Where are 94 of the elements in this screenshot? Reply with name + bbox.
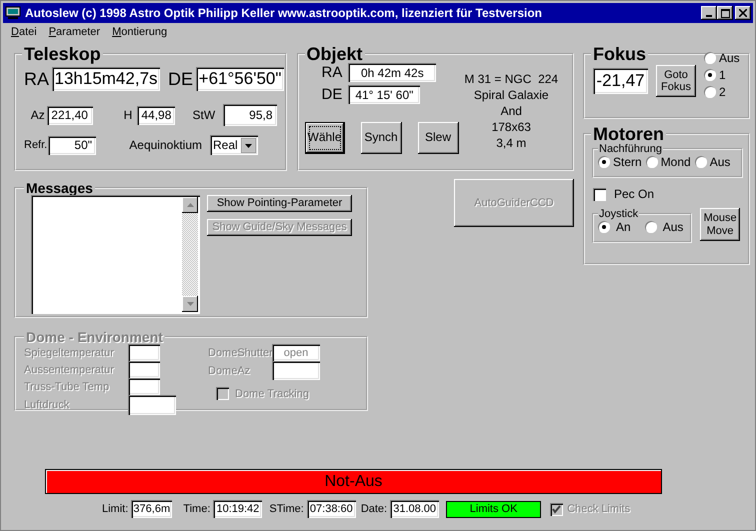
ra-label: RA	[322, 64, 342, 81]
limit-label: Limit:	[102, 503, 128, 515]
checkbox-label: Check Limits	[567, 503, 630, 515]
radio-button[interactable]	[704, 52, 716, 64]
checkbox[interactable]	[593, 188, 606, 200]
radio-button[interactable]	[646, 156, 658, 168]
limit-field[interactable]: 376,6m	[131, 500, 172, 518]
dome-field[interactable]	[128, 378, 160, 395]
date-label: Date:	[360, 503, 388, 515]
messages-list[interactable]	[31, 195, 200, 314]
radio-label: 2	[719, 85, 726, 99]
de-field[interactable]: 41° 15' 60"	[348, 85, 420, 104]
minimize-button[interactable]	[701, 6, 717, 20]
de-field[interactable]: +61°56'50"	[196, 67, 284, 91]
dome-field[interactable]	[128, 344, 160, 361]
radio-label: Aus	[710, 155, 730, 169]
az-label: Az	[30, 108, 45, 122]
time-field[interactable]: 10:19:42	[213, 500, 262, 518]
refr-label: Refr.	[24, 139, 46, 151]
ra-label: RA	[24, 68, 50, 90]
group-title: Objekt	[306, 45, 364, 63]
dome-az-field[interactable]	[272, 361, 320, 380]
message-button[interactable]: Show Pointing-Parameter	[207, 195, 352, 212]
object-info-text: M 31 = NGC 224	[464, 71, 558, 87]
radio-button[interactable]	[598, 156, 610, 168]
close-button[interactable]	[735, 6, 751, 20]
checkbox-label: Dome Tracking	[235, 388, 309, 400]
object-button[interactable]: Slew	[418, 122, 458, 154]
group-title: Joystick	[598, 208, 640, 220]
date-field[interactable]: 31.08.00	[390, 500, 440, 518]
h-label: H	[122, 108, 132, 122]
radio-button[interactable]	[644, 221, 657, 233]
radio-label: 1	[719, 68, 726, 82]
check-icon	[552, 504, 562, 514]
stime-field[interactable]: 07:38:60	[306, 500, 356, 518]
scroll-down-icon[interactable]	[182, 296, 198, 312]
ra-field[interactable]: 0h 42m 42s	[348, 63, 436, 82]
group-title: Dome - Environment	[25, 330, 164, 344]
dome-az-label: DomeAz	[208, 364, 252, 376]
group-title: Motoren	[592, 125, 665, 143]
maximize-button[interactable]	[717, 6, 733, 20]
stw-field[interactable]: 95,8	[223, 104, 277, 126]
stime-label: STime:	[269, 503, 304, 515]
mouse-move-button[interactable]: Mouse Move	[700, 208, 740, 241]
scroll-up-icon[interactable]	[182, 197, 198, 213]
az-field[interactable]: 221,40	[46, 106, 93, 124]
stw-label: StW	[192, 108, 216, 122]
radio-label: Mond	[660, 155, 691, 169]
time-label: Time:	[183, 503, 210, 515]
group-title: Teleskop	[23, 45, 102, 63]
dome-field[interactable]	[128, 361, 160, 378]
object-info-text: And	[500, 103, 522, 119]
dome-shutter-label: DomeShutter	[208, 346, 272, 358]
aequinoktium-label: Aequinoktium	[128, 138, 202, 152]
dome-label: Truss-Tube Temp	[24, 380, 110, 392]
limits-status: Limits OK	[446, 500, 542, 518]
app-icon	[5, 6, 21, 20]
radio-label: Stern	[613, 155, 642, 169]
maximize-icon	[720, 8, 730, 18]
radio-label: Aus	[662, 220, 684, 234]
checkbox-label: Pec On	[614, 187, 654, 201]
object-button[interactable]: Synch	[360, 122, 402, 154]
menu-item[interactable]: Parameter	[42, 26, 106, 38]
radio-label: Aus	[719, 51, 740, 65]
dome-field[interactable]	[128, 395, 176, 415]
radio-button[interactable]	[598, 221, 610, 233]
refr-field[interactable]: 50"	[48, 136, 96, 154]
window-title: Autoslew (c) 1998 Astro Optik Philipp Keller www.astrooptik.com, lizenziert für Testversion	[25, 6, 543, 20]
group-title: Nachführung	[598, 143, 663, 155]
de-label: DE	[322, 86, 342, 103]
object-info-text: 3,4 m	[496, 135, 526, 151]
object-info-text: 178x63	[492, 119, 531, 135]
goto-fokus-button[interactable]: Goto Fokus	[656, 65, 696, 97]
object-info-text: Spiral Galaxie	[474, 87, 549, 103]
radio-button[interactable]	[704, 69, 716, 81]
dropdown-arrow-icon	[241, 138, 256, 152]
dome-label: Aussentemperatur	[24, 364, 115, 376]
object-button[interactable]: Wähle	[304, 122, 344, 154]
fokus-field[interactable]: -21,47	[593, 68, 648, 94]
dome-label: Spiegeltemperatur	[24, 346, 115, 358]
radio-button[interactable]	[704, 86, 716, 98]
ra-field[interactable]: 13h15m42,7s	[52, 67, 160, 91]
menu-item[interactable]: Datei	[5, 26, 43, 38]
h-field[interactable]: 44,98	[137, 106, 176, 124]
radio-label: An	[616, 220, 631, 234]
menu-item[interactable]: Montierung	[106, 26, 174, 38]
group-title: Fokus	[592, 45, 648, 63]
close-icon	[739, 9, 747, 17]
dome-label: Luftdruck	[24, 399, 70, 411]
radio-button[interactable]	[694, 156, 707, 168]
not-aus-button[interactable]: Not-Aus	[45, 469, 662, 494]
group-title: Messages	[25, 181, 94, 195]
de-label: DE	[168, 68, 194, 90]
aequinoktium-dropdown[interactable]: Real	[210, 135, 258, 155]
